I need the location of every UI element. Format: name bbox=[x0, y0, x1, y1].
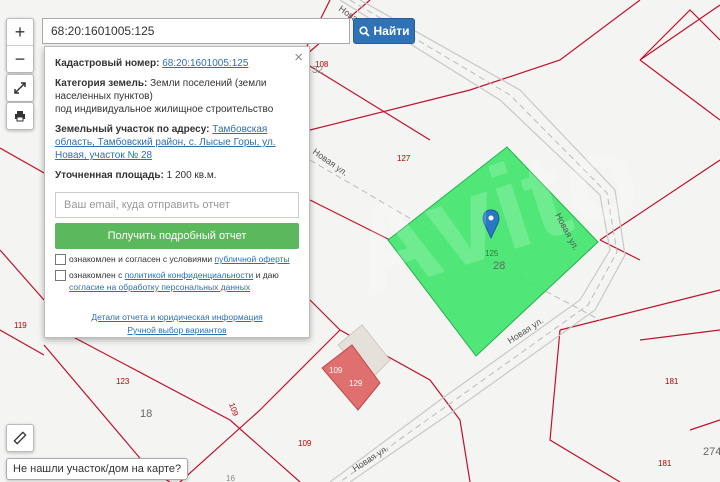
zoom-out-button[interactable]: − bbox=[7, 46, 33, 72]
area-label: Уточненная площадь: bbox=[55, 170, 164, 181]
parcel-label: 127 bbox=[397, 154, 411, 163]
print-button[interactable] bbox=[7, 103, 33, 129]
personal-data-link[interactable]: согласие на обработку персональных данны… bbox=[69, 282, 250, 292]
area-row: Уточненная площадь: 1 200 кв.м. bbox=[55, 169, 299, 182]
zoom-control: + − bbox=[6, 18, 34, 73]
details-link[interactable]: Детали отчета и юридическая информация bbox=[91, 312, 262, 322]
parcel-label: 32 bbox=[312, 65, 324, 76]
fullscreen-button[interactable] bbox=[7, 75, 33, 101]
privacy-link[interactable]: политикой конфиденциальности bbox=[125, 270, 254, 280]
house-number: 274 bbox=[703, 446, 720, 458]
find-button-label: Найти bbox=[373, 24, 410, 38]
parcel-label: 109 bbox=[298, 439, 312, 448]
manual-choice-link[interactable]: Ручной выбор вариантов bbox=[127, 325, 226, 335]
street-label: Новая ул. bbox=[311, 146, 350, 177]
parcel-label: 181 bbox=[665, 377, 679, 386]
category-label: Категория земель: bbox=[55, 78, 148, 89]
parcel-label: 119 bbox=[14, 321, 27, 330]
email-input[interactable]: Ваш email, куда отправить отчет bbox=[55, 192, 299, 218]
privacy-checkbox[interactable] bbox=[55, 270, 66, 281]
parcel-label: 16 bbox=[226, 474, 235, 482]
parcel-label: 181 bbox=[658, 459, 672, 468]
parcel-info-popup: × Кадастровый номер: 68:20:1601005:125 К… bbox=[44, 46, 310, 338]
parcel-label: 125 bbox=[485, 249, 499, 258]
consent-privacy: ознакомлен с политикой конфиденциальност… bbox=[55, 269, 299, 293]
offer-checkbox[interactable] bbox=[55, 254, 66, 265]
consent-offer: ознакомлен и согласен с условиями публич… bbox=[55, 253, 299, 265]
cadastral-link[interactable]: 68:20:1601005:125 bbox=[162, 58, 248, 69]
cadastral-label: Кадастровый номер: bbox=[55, 58, 160, 69]
popup-footer-links: Детали отчета и юридическая информация Р… bbox=[55, 311, 299, 337]
parcel-label: 129 bbox=[349, 379, 363, 388]
expand-icon bbox=[14, 82, 26, 94]
close-icon[interactable]: × bbox=[294, 50, 303, 65]
consent-offer-text: ознакомлен и согласен с условиями публич… bbox=[69, 254, 290, 264]
parcel-label: 109 bbox=[329, 366, 343, 375]
printer-icon bbox=[15, 111, 25, 122]
offer-link[interactable]: публичной оферты bbox=[215, 254, 290, 264]
search-icon bbox=[358, 25, 370, 37]
measure-button[interactable] bbox=[6, 424, 34, 452]
fullscreen-control bbox=[6, 74, 34, 102]
address-label: Земельный участок по адресу: bbox=[55, 124, 210, 135]
not-found-button[interactable]: Не нашли участок/дом на карте? bbox=[6, 458, 189, 480]
ruler-icon bbox=[13, 431, 27, 445]
area-value: 1 200 кв.м. bbox=[166, 170, 217, 181]
consent-privacy-text: ознакомлен с политикой конфиденциальност… bbox=[69, 270, 279, 292]
search-input[interactable]: 68:20:1601005:125 bbox=[42, 18, 350, 44]
parcel-label: 109 bbox=[227, 402, 240, 418]
address-row: Земельный участок по адресу: Тамбовская … bbox=[55, 123, 299, 162]
get-report-button[interactable]: Получить подробный отчет bbox=[55, 223, 299, 249]
house-number: 18 bbox=[140, 408, 152, 420]
category-row: Категория земель: Земли поселений (земли… bbox=[55, 77, 299, 116]
zoom-in-button[interactable]: + bbox=[7, 19, 33, 45]
print-control bbox=[6, 102, 34, 130]
find-button[interactable]: Найти bbox=[353, 18, 415, 44]
parcel-label: 123 bbox=[116, 377, 130, 386]
cadastral-row: Кадастровый номер: 68:20:1601005:125 bbox=[55, 57, 299, 70]
usage-value: под индивидуальное жилищное строительств… bbox=[55, 104, 274, 115]
house-number: 28 bbox=[493, 260, 505, 272]
